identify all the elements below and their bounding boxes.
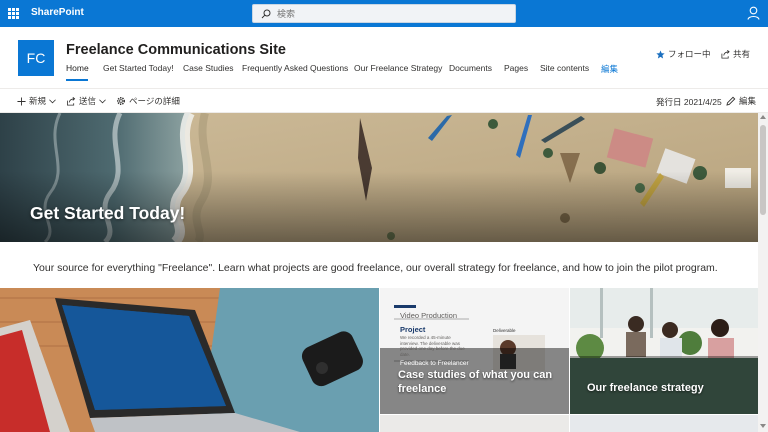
search-box[interactable] — [252, 4, 516, 23]
nav-site-contents[interactable]: Site contents — [540, 63, 589, 73]
follow-label: フォロー中 — [668, 49, 711, 59]
nav-strategy[interactable]: Our Freelance Strategy — [354, 63, 442, 73]
send-label: 送信 — [79, 96, 97, 106]
nav-faq[interactable]: Frequently Asked Questions — [242, 63, 348, 73]
tile-strategy[interactable]: Our freelance strategy — [570, 288, 758, 414]
send-icon — [66, 96, 76, 106]
tile-laptop[interactable] — [0, 288, 379, 432]
page-details-label: ページの詳細 — [129, 96, 180, 106]
site-title[interactable]: Freelance Communications Site — [66, 42, 286, 58]
scroll-down-arrow[interactable] — [760, 424, 766, 428]
tile-grid: Video Production Project We recorded a 4… — [0, 288, 758, 432]
share-button[interactable]: 共有 — [721, 48, 750, 60]
nav-documents[interactable]: Documents — [449, 63, 492, 73]
strategy-caption: Our freelance strategy — [587, 382, 704, 394]
plus-icon — [17, 96, 26, 106]
intro-text: Your source for everything "Freelance". … — [33, 262, 718, 274]
mock-body: We recorded a 45-minute interview. The d… — [400, 335, 465, 357]
new-button[interactable]: 新規 — [17, 95, 56, 107]
hero-banner[interactable]: Get Started Today! — [0, 113, 758, 242]
nav-get-started[interactable]: Get Started Today! — [103, 63, 174, 73]
user-icon[interactable] — [747, 6, 760, 20]
search-icon — [261, 9, 271, 19]
mock-feedback: Feedback to Freelancer — [400, 360, 469, 367]
nav-home[interactable]: Home — [66, 63, 89, 73]
laptop-photo — [0, 288, 379, 432]
nav-active-indicator — [66, 79, 88, 81]
share-icon — [721, 49, 730, 59]
send-button[interactable]: 送信 — [66, 95, 106, 107]
waffle-icon[interactable] — [8, 8, 19, 19]
chevron-down-icon — [49, 98, 56, 103]
chevron-down-icon — [99, 98, 106, 103]
site-logo[interactable]: FC — [18, 40, 54, 76]
tile-bottom-3[interactable] — [570, 415, 758, 432]
hero-title: Get Started Today! — [30, 203, 186, 223]
command-bar: 新規 送信 ページの詳細 発行日 2021/4/25 編集 — [0, 88, 768, 113]
scroll-up-arrow[interactable] — [760, 115, 766, 119]
site-header: FC Freelance Communications Site Home Ge… — [0, 27, 768, 87]
published-date: 発行日 2021/4/25 — [656, 97, 722, 107]
new-label: 新規 — [29, 96, 47, 106]
case-studies-caption: Case studies of what you can freelance — [398, 369, 553, 395]
gear-icon — [116, 96, 126, 106]
mock-project: Project — [400, 325, 426, 334]
mock-deliverable: Deliverable — [493, 328, 516, 333]
star-icon — [656, 49, 665, 58]
tile-case-studies[interactable]: Video Production Project We recorded a 4… — [380, 288, 569, 414]
follow-button[interactable]: フォロー中 — [656, 48, 711, 60]
scroll-thumb[interactable] — [760, 125, 766, 215]
app-name[interactable]: SharePoint — [31, 7, 84, 18]
page-scrollbar[interactable] — [758, 113, 768, 432]
pencil-icon — [726, 96, 736, 106]
search-input[interactable] — [277, 7, 507, 20]
suite-bar: SharePoint — [0, 0, 768, 27]
nav-edit-link[interactable]: 編集 — [601, 63, 618, 75]
page-details-button[interactable]: ページの詳細 — [116, 95, 180, 107]
tile-bottom-2[interactable] — [380, 415, 569, 432]
nav-pages[interactable]: Pages — [504, 63, 528, 73]
edit-label: 編集 — [739, 96, 757, 106]
share-label: 共有 — [733, 49, 751, 59]
nav-case-studies[interactable]: Case Studies — [183, 63, 234, 73]
mock-header: Video Production — [400, 311, 457, 320]
edit-button[interactable]: 編集 — [726, 95, 756, 107]
strategy-photo — [570, 288, 758, 414]
